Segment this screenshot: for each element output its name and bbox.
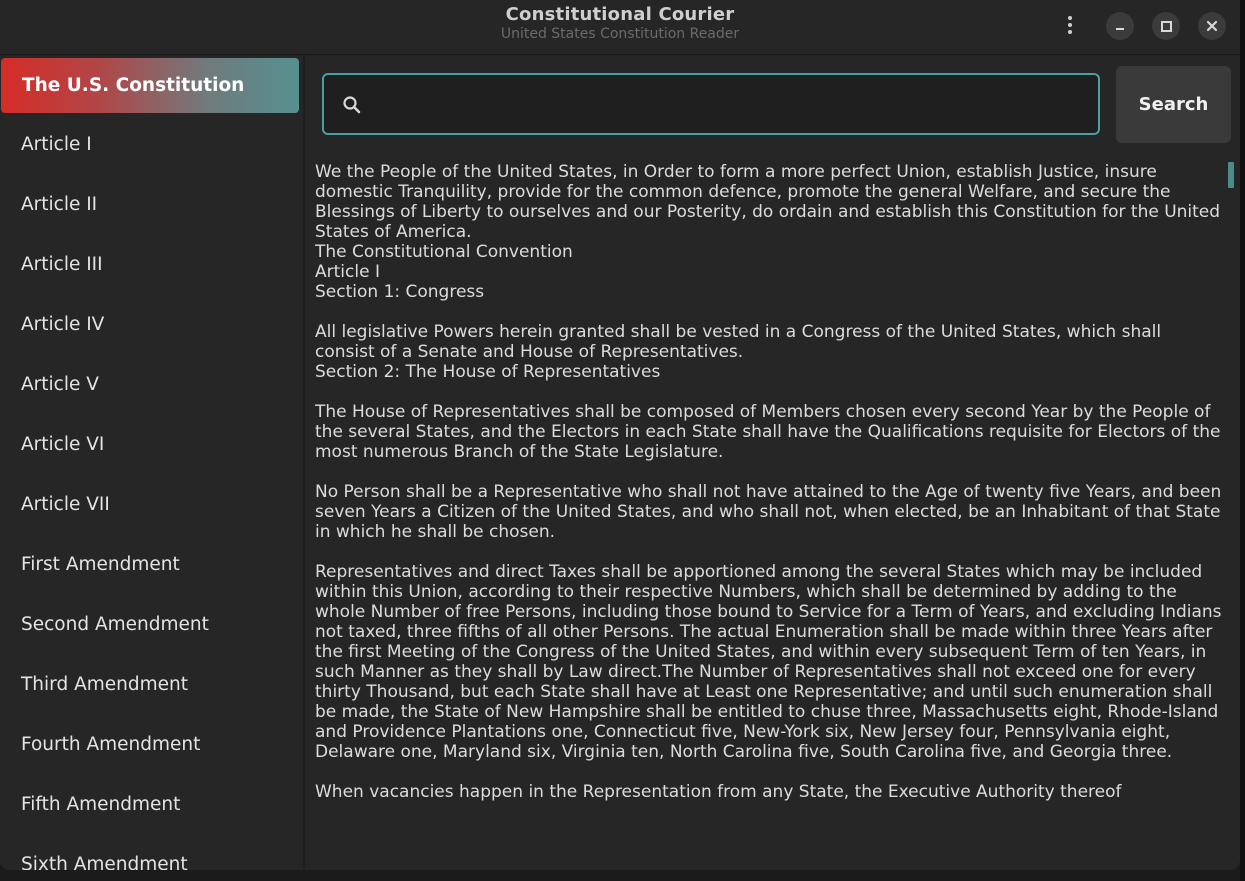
constitution-text[interactable]: We the People of the United States, in O… [315,162,1225,830]
search-input[interactable] [374,79,1088,131]
app-window: Constitutional Courier United States Con… [0,0,1240,870]
sidebar-item-amendment-4[interactable]: Fourth Amendment [0,717,298,772]
sidebar-item-article-1[interactable]: Article I [0,117,298,172]
sidebar-item-article-6[interactable]: Article VI [0,417,298,472]
maximize-icon [1160,20,1172,32]
sidebar-item-amendment-3[interactable]: Third Amendment [0,657,298,712]
search-button[interactable]: Search [1116,66,1231,143]
titlebar[interactable]: Constitutional Courier United States Con… [0,0,1240,55]
section-2-paragraph: No Person shall be a Representative who … [315,482,1222,542]
section-2-paragraph: Representatives and direct Taxes shall b… [315,562,1222,762]
search-icon [343,96,361,114]
minimize-button[interactable] [1106,12,1134,40]
menu-icon[interactable] [1058,12,1082,38]
main-panel: Search We the People of the United State… [305,55,1240,870]
convention-heading: The Constitutional Convention [315,242,573,262]
preamble-text: We the People of the United States, in O… [315,162,1221,242]
sidebar-item-article-5[interactable]: Article V [0,357,298,412]
maximize-button[interactable] [1152,12,1180,40]
sidebar-item-amendment-5[interactable]: Fifth Amendment [0,777,298,832]
section-2-heading: Section 2: The House of Representatives [315,362,661,382]
search-field[interactable] [322,73,1100,135]
background-window-edge [1240,0,1245,881]
title-block: Constitutional Courier United States Con… [0,4,1240,43]
sidebar-item-constitution[interactable]: The U.S. Constitution [1,58,299,113]
sidebar-item-article-3[interactable]: Article III [0,237,298,292]
sidebar-item-amendment-6[interactable]: Sixth Amendment [0,837,298,870]
section-2-paragraph: The House of Representatives shall be co… [315,402,1221,462]
close-button[interactable] [1198,12,1226,40]
section-1-text: All legislative Powers herein granted sh… [315,322,1162,362]
sidebar-item-article-4[interactable]: Article IV [0,297,298,352]
close-icon [1206,20,1218,32]
sidebar-item-amendment-2[interactable]: Second Amendment [0,597,298,652]
article-heading: Article I [315,262,380,282]
sidebar-item-amendment-1[interactable]: First Amendment [0,537,298,592]
section-1-heading: Section 1: Congress [315,282,485,302]
sidebar-item-article-7[interactable]: Article VII [0,477,298,532]
minimize-icon [1116,28,1124,30]
sidebar-item-article-2[interactable]: Article II [0,177,298,232]
sidebar: The U.S. Constitution Article I Article … [0,55,305,870]
scrollbar-thumb[interactable] [1228,162,1234,188]
section-2-paragraph: When vacancies happen in the Representat… [315,782,1122,802]
app-title: Constitutional Courier [505,4,735,25]
app-subtitle: United States Constitution Reader [500,26,740,42]
